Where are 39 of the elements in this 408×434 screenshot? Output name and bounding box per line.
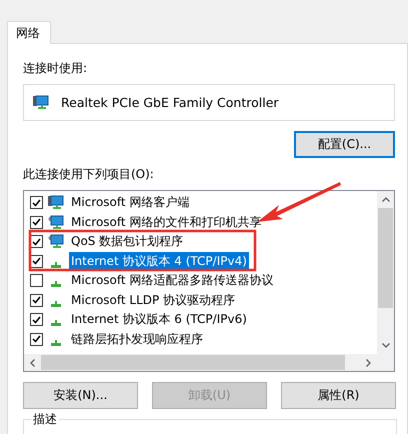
network-service-icon [48,214,64,230]
network-client-icon [33,95,49,110]
scroll-thumb[interactable] [378,208,393,308]
tab[interactable]: 网络 [7,21,51,44]
list-item[interactable]: Internet 协议版本 4 (TCP/IPv4) [69,252,249,271]
checkbox[interactable] [30,196,43,210]
list-item[interactable]: Microsoft 网络适配器多路传送器协议 [69,271,276,290]
list-item[interactable]: Internet 协议版本 6 (TCP/IPv6) [69,310,249,330]
checkbox[interactable] [30,313,43,326]
scroll-thumb[interactable] [41,355,345,370]
connect-using-label: 连接时使用: [23,60,88,77]
scroll-right-icon[interactable] [366,358,371,366]
network-protocol-icon [51,340,61,346]
network-protocol-icon [51,300,61,307]
network-protocol-icon [51,262,61,268]
checkbox[interactable] [30,274,43,288]
list-item[interactable]: Microsoft LLDP 协议驱动程序 [69,290,238,310]
network-protocol-icon [51,320,61,326]
horizontal-scrollbar[interactable] [24,354,377,371]
network-service-icon [48,234,64,250]
checkbox[interactable] [30,216,43,229]
adapter-field: Realtek PCIe GbE Family Controller [23,84,395,121]
list-item[interactable]: 链路层拓扑发现响应程序 [69,330,205,349]
list-item[interactable]: Microsoft 网络的文件和打印机共享 [69,212,264,232]
network-protocol-icon [51,281,61,288]
list-item[interactable]: QoS 数据包计划程序 [69,232,186,252]
scroll-down-icon[interactable] [382,343,390,348]
configure-button[interactable]: 配置(C)... [294,131,395,158]
dialog-button[interactable]: 安装(N)... [23,382,138,409]
description-label: 描述 [31,411,59,428]
items-label: 此连接使用下列项目(O): [23,166,155,183]
list-item[interactable]: Microsoft 网络客户端 [69,193,192,212]
vertical-scrollbar[interactable] [377,191,394,354]
checkbox[interactable] [30,294,43,307]
network-client-icon [48,195,64,210]
checkbox[interactable] [30,332,43,346]
dialog-button[interactable]: 属性(R) [281,382,396,409]
scroll-left-icon[interactable] [30,358,35,366]
scroll-up-icon[interactable] [382,197,390,202]
